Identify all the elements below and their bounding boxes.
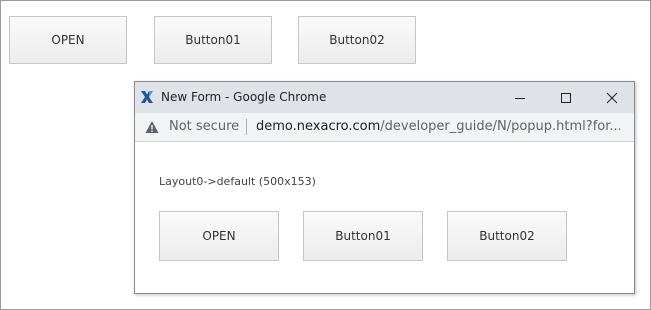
minimize-icon — [515, 97, 525, 99]
warning-icon — [145, 121, 159, 133]
open-button-label: OPEN — [51, 33, 85, 47]
popup-window: New Form - Google Chrome Not secure demo… — [134, 81, 635, 294]
popup-button01-label: Button01 — [335, 229, 391, 243]
button01[interactable]: Button01 — [154, 16, 272, 64]
popup-button02-label: Button02 — [479, 229, 535, 243]
main-form: OPEN Button01 Button02 New Form - Google… — [0, 0, 651, 310]
layout-label: Layout0->default (500x153) — [159, 175, 316, 188]
button02[interactable]: Button02 — [298, 16, 416, 64]
open-button[interactable]: OPEN — [9, 16, 127, 64]
security-status[interactable]: Not secure — [169, 119, 239, 134]
popup-open-button[interactable]: OPEN — [159, 211, 279, 261]
title-bar[interactable]: New Form - Google Chrome — [135, 82, 634, 113]
popup-button01[interactable]: Button01 — [303, 211, 423, 261]
url-text[interactable]: demo.nexacro.com/developer_guide/N/popup… — [256, 119, 620, 134]
popup-button02[interactable]: Button02 — [447, 211, 567, 261]
url-path: /developer_guide/N/popup.html?for... — [380, 119, 620, 134]
close-icon — [606, 92, 618, 103]
button01-label: Button01 — [185, 33, 241, 47]
popup-open-button-label: OPEN — [202, 229, 236, 243]
url-host: demo.nexacro.com — [256, 119, 381, 134]
minimize-button[interactable] — [497, 82, 543, 113]
window-title: New Form - Google Chrome — [161, 90, 327, 104]
maximize-button[interactable] — [543, 82, 589, 113]
nexacro-app-icon — [141, 91, 153, 103]
divider — [246, 119, 247, 135]
address-bar[interactable]: Not secure demo.nexacro.com/developer_gu… — [135, 113, 634, 142]
close-button[interactable] — [589, 82, 635, 113]
maximize-icon — [561, 92, 571, 103]
button02-label: Button02 — [329, 33, 385, 47]
